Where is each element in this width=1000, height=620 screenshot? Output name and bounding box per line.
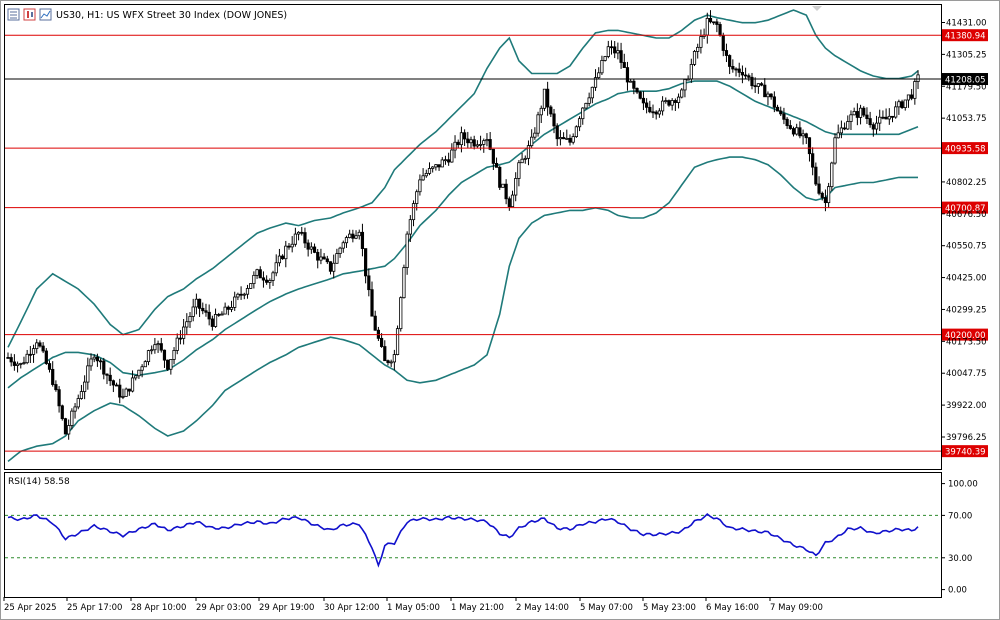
time-tick-label: 5 May 07:00 xyxy=(580,603,633,613)
chart-title: US30, H1: US WFX Street 30 Index (DOW JO… xyxy=(56,10,287,21)
price-tick-label: 39796.25 xyxy=(946,433,987,443)
level-price-tag: 39740.39 xyxy=(942,445,988,458)
line-chart-icon[interactable] xyxy=(39,8,52,21)
price-tick-label: 40802.25 xyxy=(946,178,987,188)
candle xyxy=(542,88,547,112)
price-tick-label: 40550.75 xyxy=(946,242,987,252)
time-tick-label: 29 Apr 03:00 xyxy=(196,603,251,613)
price-tick-label: 40047.75 xyxy=(946,369,987,379)
candle xyxy=(536,111,540,137)
time-tick-label: 2 May 14:00 xyxy=(516,603,569,613)
candle xyxy=(718,21,722,37)
candle xyxy=(574,125,578,138)
candle xyxy=(830,161,834,191)
time-tick-label: 7 May 09:00 xyxy=(770,603,823,613)
candle xyxy=(402,264,406,299)
level-price-label: 39740.39 xyxy=(945,448,986,458)
candle xyxy=(124,387,128,397)
price-tick-label: 41179.50 xyxy=(946,82,987,92)
bar-chart-icon[interactable] xyxy=(7,8,20,21)
candle xyxy=(166,359,170,371)
candle xyxy=(63,417,68,435)
candle xyxy=(501,183,505,188)
candle xyxy=(249,283,253,290)
candlestick-chart-icon[interactable] xyxy=(23,8,36,21)
candle xyxy=(60,404,64,421)
candle xyxy=(395,325,400,356)
price-tick-label: 41305.25 xyxy=(946,50,987,60)
time-tick-label: 25 Apr 17:00 xyxy=(67,603,122,613)
candle xyxy=(399,296,403,332)
rsi-tick-label: 70.00 xyxy=(948,511,972,521)
rsi-label: RSI(14) 58.58 xyxy=(8,477,70,487)
time-tick-label: 6 May 16:00 xyxy=(706,603,759,613)
price-tick-label: 40299.25 xyxy=(946,305,987,315)
level-price-label: 40935.58 xyxy=(945,145,986,155)
candle xyxy=(498,165,502,190)
level-price-label: 41380.94 xyxy=(945,32,986,42)
price-tick-label: 41431.00 xyxy=(946,18,987,28)
rsi-tick-label: 0.00 xyxy=(948,586,967,596)
time-tick-label: 30 Apr 12:00 xyxy=(324,603,379,613)
time-tick-label: 1 May 05:00 xyxy=(387,603,440,613)
candle xyxy=(833,133,837,165)
price-tick-label: 40676.50 xyxy=(946,210,987,220)
level-price-tag: 41380.94 xyxy=(942,29,988,42)
candle xyxy=(680,88,684,99)
level-price-tag: 40935.58 xyxy=(942,142,988,155)
chart-window: US30, H1: US WFX Street 30 Index (DOW JO… xyxy=(0,0,1000,620)
candle xyxy=(603,55,607,62)
candle xyxy=(638,90,642,100)
rsi-tick-label: 30.00 xyxy=(948,554,972,564)
time-tick-label: 29 Apr 19:00 xyxy=(259,603,314,613)
time-tick-label: 1 May 21:00 xyxy=(451,603,504,613)
candle xyxy=(692,49,697,67)
time-tick-label: 25 Apr 2025 xyxy=(4,603,57,613)
price-tick-label: 39922.00 xyxy=(946,401,987,411)
rsi-tick-label: 100.00 xyxy=(948,480,978,490)
time-tick-label: 28 Apr 10:00 xyxy=(131,603,186,613)
price-tick-label: 40173.50 xyxy=(946,337,987,347)
price-tick-label: 40425.00 xyxy=(946,274,987,284)
price-tick-label: 41053.75 xyxy=(946,114,987,124)
time-tick-label: 5 May 23:00 xyxy=(643,603,696,613)
